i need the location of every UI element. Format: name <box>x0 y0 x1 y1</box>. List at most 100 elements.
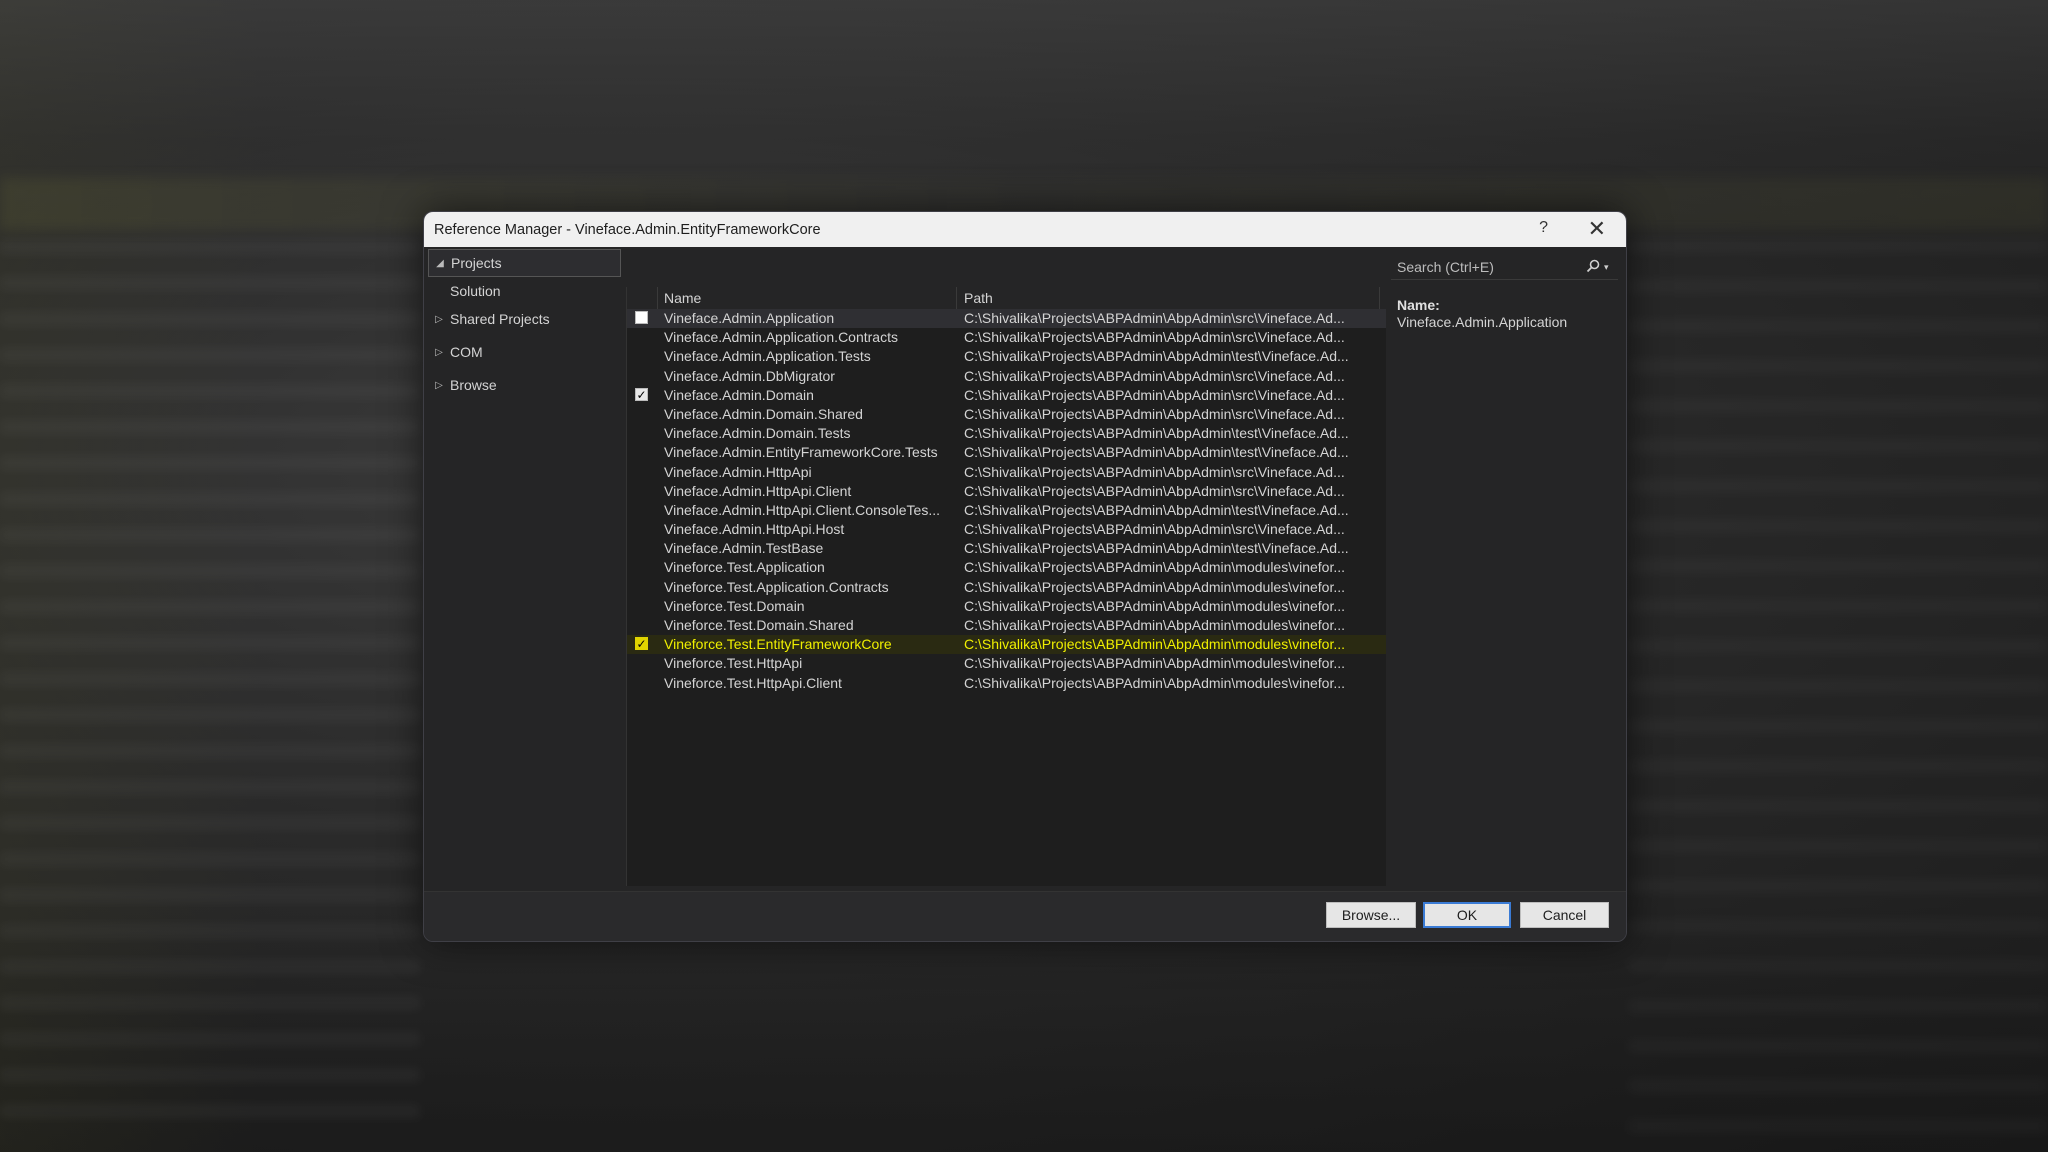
tree-node-solution[interactable]: Solution <box>448 277 641 305</box>
search-icon[interactable] <box>1582 259 1604 276</box>
ok-button[interactable]: OK <box>1423 902 1511 928</box>
project-name: Vineface.Admin.HttpApi.Client.ConsoleTes… <box>664 501 940 518</box>
reference-manager-dialog: Reference Manager - Vineface.Admin.Entit… <box>423 211 1627 942</box>
project-path: C:\Shivalika\Projects\ABPAdmin\AbpAdmin\… <box>964 597 1346 614</box>
table-row[interactable]: Vineforce.Test.Domain.Shared C:\Shivalika… <box>627 616 1386 635</box>
table-row[interactable]: Vineface.Admin.Application C:\Shivalika\P… <box>627 309 1386 329</box>
tree-node-label: Browse <box>450 377 497 393</box>
table-row[interactable]: Vineforce.Test.Application.Contracts C:\S… <box>627 578 1386 597</box>
search-box[interactable]: ▾ <box>1391 255 1618 280</box>
reference-checkbox[interactable]: ✓ <box>635 637 648 651</box>
reference-checkbox[interactable] <box>635 311 648 324</box>
project-name: Vineface.Admin.Domain <box>664 386 814 403</box>
close-icon[interactable]: ✕ <box>1588 216 1606 242</box>
column-divider[interactable] <box>956 287 957 309</box>
expand-arrow-icon[interactable]: ▷ <box>430 347 448 358</box>
category-tree: ◢ Projects Solution ▷ Shared Projects ▷ … <box>424 247 621 892</box>
cancel-button[interactable]: Cancel <box>1520 902 1609 928</box>
project-path: C:\Shivalika\Projects\ABPAdmin\AbpAdmin\… <box>964 348 1349 365</box>
project-name: Vineface.Admin.DbMigrator <box>664 367 835 384</box>
table-row[interactable]: ✓ Vineface.Admin.Domain C:\Shivalika\Proje… <box>627 386 1386 405</box>
project-name: Vineforce.Test.Domain <box>664 597 805 614</box>
project-name: Vineforce.Test.EntityFrameworkCore <box>664 636 892 653</box>
dialog-title: Reference Manager - Vineface.Admin.Entit… <box>434 221 821 238</box>
table-row[interactable]: Vineface.Admin.EntityFrameworkCore.Tests… <box>627 443 1386 462</box>
project-path: C:\Shivalika\Projects\ABPAdmin\AbpAdmin\… <box>964 405 1345 422</box>
table-row[interactable]: Vineface.Admin.Domain.Tests C:\Shivalika\… <box>627 424 1386 443</box>
tree-node-shared-projects[interactable]: ▷ Shared Projects <box>428 305 621 333</box>
reference-checkbox[interactable]: ✓ <box>635 387 648 401</box>
table-row[interactable]: Vineforce.Test.Application C:\Shivalika\P… <box>627 558 1386 577</box>
expand-arrow-icon[interactable]: ▷ <box>430 380 448 391</box>
project-path: C:\Shivalika\Projects\ABPAdmin\AbpAdmin\… <box>964 617 1346 633</box>
tree-node-label: COM <box>450 344 483 360</box>
search-input[interactable] <box>1391 258 1582 276</box>
project-path: C:\Shivalika\Projects\ABPAdmin\AbpAdmin\… <box>964 367 1345 384</box>
details-name-value: Vineface.Admin.Application <box>1397 314 1568 330</box>
project-name: Vineface.Admin.Domain.Shared <box>664 405 863 422</box>
table-row[interactable]: Vineface.Admin.Application.Tests C:\Shiva… <box>627 347 1386 366</box>
project-path: C:\Shivalika\Projects\ABPAdmin\AbpAdmin\… <box>964 559 1346 576</box>
table-row[interactable]: Vineface.Admin.HttpApi.Client C:\Shivalik… <box>627 482 1386 501</box>
project-name: Vineforce.Test.Application <box>664 559 825 576</box>
browse-button[interactable]: Browse... <box>1326 902 1416 928</box>
project-path: C:\Shivalika\Projects\ABPAdmin\AbpAdmin\… <box>964 482 1345 499</box>
collapse-arrow-icon[interactable]: ◢ <box>431 258 449 269</box>
table-row[interactable]: Vineface.Admin.Domain.Shared C:\Shivalika… <box>627 405 1386 424</box>
chevron-down-icon[interactable]: ▾ <box>1604 262 1618 273</box>
table-row[interactable]: Vineforce.Test.HttpApi C:\Shivalika\Proje… <box>627 654 1386 673</box>
expand-arrow-icon[interactable]: ▷ <box>430 314 448 325</box>
column-header-path[interactable]: Path <box>964 290 993 306</box>
tree-node-browse[interactable]: ▷ Browse <box>428 371 621 399</box>
project-name: Vineface.Admin.HttpApi.Client <box>664 482 852 499</box>
project-path: C:\Shivalika\Projects\ABPAdmin\AbpAdmin\… <box>964 578 1346 595</box>
column-divider[interactable] <box>657 287 658 309</box>
blurred-background-left <box>0 240 420 1140</box>
project-name: Vineface.Admin.HttpApi.Host <box>664 521 845 538</box>
project-name: Vineforce.Test.Application.Contracts <box>664 578 889 595</box>
tree-node-projects[interactable]: ◢ Projects <box>428 249 621 277</box>
table-row[interactable]: ✓ Vineforce.Test.EntityFrameworkCore C:\Sh… <box>627 635 1386 655</box>
project-list: Name Path Vineface.Admin.Application C:\S… <box>626 287 1386 886</box>
tree-node-com[interactable]: ▷ COM <box>428 338 621 366</box>
table-row[interactable]: Vineface.Admin.TestBase C:\Shivalika\Proj… <box>627 539 1386 558</box>
project-name: Vineforce.Test.HttpApi <box>664 655 803 672</box>
project-name: Vineface.Admin.Application.Tests <box>664 348 871 365</box>
project-name: Vineforce.Test.HttpApi.Client <box>664 674 842 691</box>
table-row[interactable]: Vineforce.Test.Domain C:\Shivalika\Projec… <box>627 597 1386 616</box>
project-name: Vineface.Admin.EntityFrameworkCore.Tests <box>664 444 938 461</box>
project-path: C:\Shivalika\Projects\ABPAdmin\AbpAdmin\… <box>964 540 1349 557</box>
project-name: Vineface.Admin.Application <box>664 310 835 326</box>
blurred-background-right <box>1628 240 2048 1140</box>
dialog-titlebar: Reference Manager - Vineface.Admin.Entit… <box>424 212 1626 247</box>
project-name: Vineforce.Test.Domain.Shared <box>664 617 854 633</box>
project-name: Vineface.Admin.Application.Contracts <box>664 329 898 346</box>
project-path: C:\Shivalika\Projects\ABPAdmin\AbpAdmin\… <box>964 636 1346 653</box>
tree-node-label: Shared Projects <box>450 311 550 327</box>
project-path: C:\Shivalika\Projects\ABPAdmin\AbpAdmin\… <box>964 463 1345 480</box>
project-path: C:\Shivalika\Projects\ABPAdmin\AbpAdmin\… <box>964 521 1345 538</box>
details-pane: Name: Vineface.Admin.Application <box>1397 297 1617 330</box>
project-path: C:\Shivalika\Projects\ABPAdmin\AbpAdmin\… <box>964 425 1349 442</box>
project-path: C:\Shivalika\Projects\ABPAdmin\AbpAdmin\… <box>964 386 1345 403</box>
list-header: Name Path <box>627 287 1386 310</box>
column-divider[interactable] <box>1379 287 1380 309</box>
column-header-name[interactable]: Name <box>664 290 701 306</box>
project-path: C:\Shivalika\Projects\ABPAdmin\AbpAdmin\… <box>964 674 1346 691</box>
details-name-label: Name: <box>1397 297 1440 313</box>
table-row[interactable]: Vineface.Admin.DbMigrator C:\Shivalika\Pr… <box>627 367 1386 386</box>
dialog-footer: Browse... OK Cancel <box>424 891 1626 941</box>
table-row[interactable]: Vineface.Admin.HttpApi C:\Shivalika\Proje… <box>627 463 1386 482</box>
table-row[interactable]: Vineface.Admin.Application.Contracts C:\S… <box>627 328 1386 347</box>
table-row[interactable]: Vineface.Admin.HttpApi.Host C:\Shivalika\… <box>627 520 1386 539</box>
project-name: Vineface.Admin.Domain.Tests <box>664 425 851 442</box>
project-path: C:\Shivalika\Projects\ABPAdmin\AbpAdmin\… <box>964 329 1345 346</box>
project-name: Vineface.Admin.HttpApi <box>664 463 812 480</box>
project-path: C:\Shivalika\Projects\ABPAdmin\AbpAdmin\… <box>964 501 1349 518</box>
table-row[interactable]: Vineforce.Test.HttpApi.Client C:\Shivalik… <box>627 674 1386 693</box>
project-name: Vineface.Admin.TestBase <box>664 540 824 557</box>
help-icon[interactable]: ? <box>1539 219 1548 237</box>
tree-node-label: Projects <box>451 255 502 271</box>
project-path: C:\Shivalika\Projects\ABPAdmin\AbpAdmin\… <box>964 655 1346 672</box>
table-row[interactable]: Vineface.Admin.HttpApi.Client.ConsoleTes… <box>627 501 1386 520</box>
